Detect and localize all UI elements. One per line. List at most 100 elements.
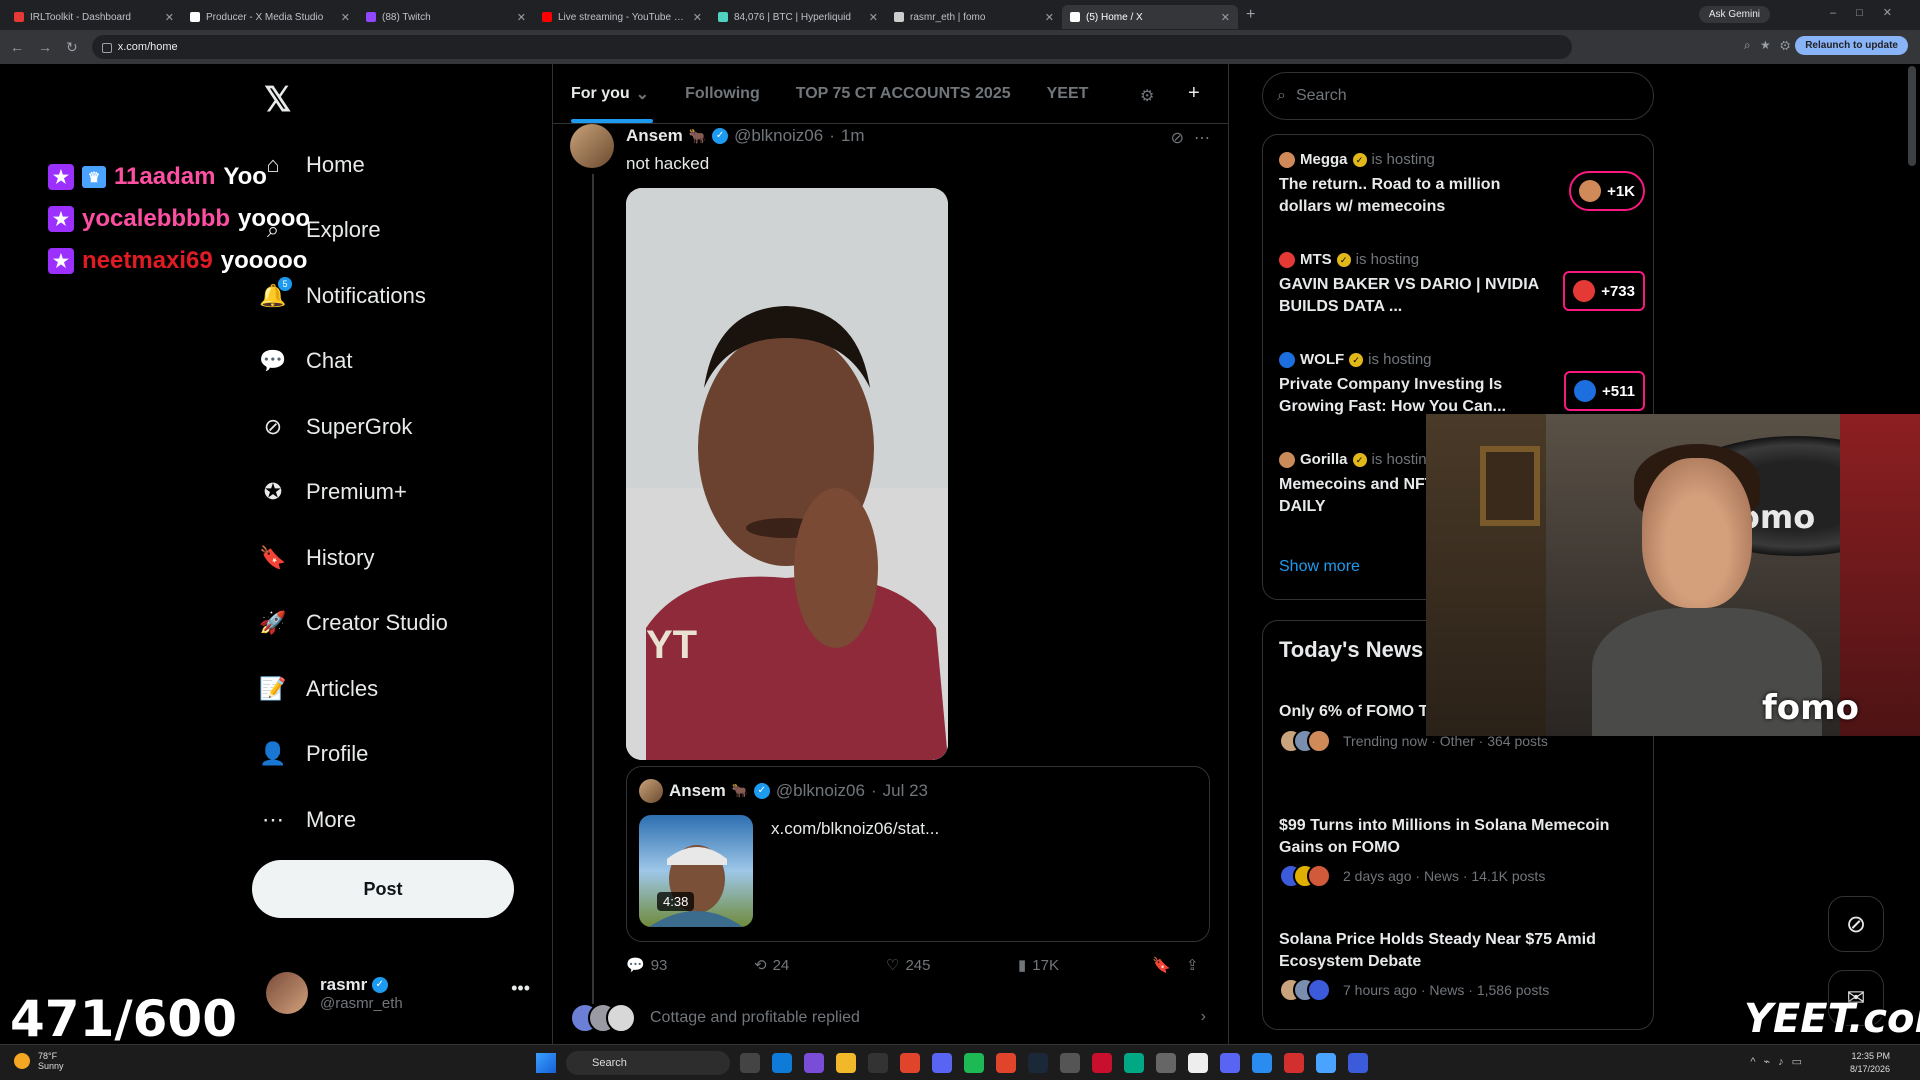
show-more-link[interactable]: Show more (1279, 558, 1360, 576)
news-item[interactable]: Solana Price Holds Steady Near $75 Amid … (1279, 929, 1649, 1003)
avatar[interactable] (570, 124, 614, 168)
chevron-right-icon[interactable]: › (1201, 1008, 1206, 1026)
sidebar-item-supergrok[interactable]: ⊘ SuperGrok (260, 394, 448, 460)
ask-gemini-button[interactable]: Ask Gemini (1698, 6, 1770, 23)
close-icon[interactable]: ✕ (693, 11, 702, 24)
edge-icon[interactable] (772, 1053, 792, 1073)
quoted-tweet[interactable]: Ansem 🐂 ✓ @blknoiz06 · Jul 23 4:38 x.com… (626, 766, 1210, 942)
live-space-item[interactable]: WOLF ✓ is hosting Private Company Investing… (1279, 351, 1649, 417)
more-dots-icon[interactable]: ••• (511, 978, 530, 999)
tab-top-75-ct-accounts-2025[interactable]: TOP 75 CT ACCOUNTS 2025 (796, 85, 1011, 103)
browser-tab[interactable]: (88) Twitch ✕ (358, 5, 534, 29)
sidebar-item-articles[interactable]: 📝 Articles (259, 656, 448, 722)
sidebar-item-creator-studio[interactable]: 🚀 Creator Studio (259, 591, 448, 657)
app-icon[interactable] (1348, 1053, 1368, 1073)
bookmark-icon[interactable]: 🔖 (1152, 956, 1186, 974)
browser-tab[interactable]: 84,076 | BTC | Hyperliquid ✕ (710, 5, 886, 29)
like-button[interactable]: ♡ 245 (886, 956, 1018, 975)
windows-start-icon[interactable] (536, 1053, 556, 1073)
notepad-icon[interactable] (1188, 1053, 1208, 1073)
reply-button[interactable]: 💬 93 (626, 956, 754, 975)
app-icon[interactable] (1092, 1053, 1112, 1073)
new-tab-button[interactable]: + (1246, 6, 1255, 24)
quote-link[interactable]: x.com/blknoiz06/stat... (771, 819, 939, 839)
chevron-down-icon[interactable]: ⌄ (636, 84, 649, 104)
more-dots-icon[interactable]: ⋯ (1194, 130, 1220, 147)
window-controls[interactable]: –□✕ (1830, 6, 1912, 19)
timeline-settings-icon[interactable]: ⚙ (1140, 86, 1154, 106)
browser-tab[interactable]: rasmr_eth | fomo ✕ (886, 5, 1062, 29)
listener-count-badge[interactable]: +1K (1569, 171, 1645, 211)
app-icon[interactable] (1124, 1053, 1144, 1073)
scrollbar[interactable] (1908, 66, 1916, 166)
app-icon[interactable] (1252, 1053, 1272, 1073)
author-handle[interactable]: @blknoiz06 (734, 126, 823, 146)
repost-button[interactable]: ⟲ 24 (754, 956, 886, 975)
listener-count-badge[interactable]: +511 (1564, 371, 1645, 411)
app-icon[interactable] (1060, 1053, 1080, 1073)
replied-row[interactable]: Cottage and profitable replied › (570, 1000, 1220, 1036)
file-explorer-icon[interactable] (836, 1053, 856, 1073)
sidebar-item-premium-[interactable]: ✪ Premium+ (260, 460, 448, 526)
close-icon[interactable]: ✕ (517, 11, 526, 24)
extension-icons[interactable]: ⌕★⚙ (1744, 38, 1800, 53)
task-view-icon[interactable] (740, 1053, 760, 1073)
browser-tab[interactable]: Producer - X Media Studio ✕ (182, 5, 358, 29)
app-icon[interactable] (1156, 1053, 1176, 1073)
author-name[interactable]: Ansem (626, 126, 683, 146)
url-field[interactable]: x.com/home (91, 35, 1572, 59)
sidebar-item-history[interactable]: 🔖 History (259, 525, 448, 591)
add-tab-icon[interactable]: + (1188, 82, 1200, 105)
share-icon[interactable]: ⇪ (1186, 956, 1216, 974)
space-host-name: WOLF (1300, 351, 1345, 368)
close-icon[interactable]: ✕ (341, 11, 350, 24)
sidebar-item-profile[interactable]: 👤 Profile (259, 722, 448, 788)
listener-count-badge[interactable]: +733 (1563, 271, 1645, 311)
sidebar-item-chat[interactable]: 💬 Chat (259, 329, 448, 395)
clock-date: 8/17/2026 (1849, 1064, 1890, 1074)
tab-following[interactable]: Following (685, 85, 760, 103)
chrome-icon[interactable] (996, 1053, 1016, 1073)
spotify-icon[interactable] (964, 1053, 984, 1073)
tweet-time[interactable]: 1m (841, 126, 865, 146)
app-icon[interactable] (1316, 1053, 1336, 1073)
app-icon[interactable] (804, 1053, 824, 1073)
browser-tab[interactable]: Live streaming - YouTube Studi ✕ (534, 5, 710, 29)
post-button[interactable]: Post (252, 860, 514, 918)
taskbar-search[interactable]: Search (566, 1051, 730, 1075)
weather-widget[interactable]: 78°F Sunny (14, 1051, 64, 1071)
tab-for-you[interactable]: For you (571, 85, 653, 123)
browser-tab[interactable]: IRLToolkit - Dashboard ✕ (6, 5, 182, 29)
quote-video-thumbnail[interactable]: 4:38 (639, 815, 753, 927)
grok-fab-button[interactable]: ⊘ (1828, 896, 1884, 952)
account-switcher[interactable]: rasmr ✓ @rasmr_eth ••• (266, 968, 530, 1018)
system-tray[interactable]: ^⌁♪▭ (1750, 1055, 1810, 1068)
tweet-video[interactable]: YT (626, 188, 948, 760)
taskbar-clock[interactable]: 12:35 PM 8/17/2026 (1850, 1050, 1890, 1076)
back-icon[interactable]: ← (10, 39, 24, 55)
live-space-item[interactable]: MTS ✓ is hosting GAVIN BAKER VS DARIO | NVI… (1279, 251, 1649, 317)
close-icon[interactable]: ✕ (1045, 11, 1054, 24)
app-icon[interactable] (1284, 1053, 1304, 1073)
grok-icon[interactable]: ⊘ (1171, 130, 1194, 147)
tab-title: rasmr_eth | fomo (910, 11, 986, 23)
browser-tab[interactable]: (5) Home / X ✕ (1062, 5, 1238, 29)
sidebar-item-more[interactable]: ⋯ More (260, 787, 448, 853)
reload-icon[interactable]: ↻ (66, 39, 78, 56)
forward-icon[interactable]: → (38, 39, 52, 55)
close-icon[interactable]: ✕ (1221, 11, 1230, 24)
discord-icon[interactable] (932, 1053, 952, 1073)
relaunch-button[interactable]: Relaunch to update (1795, 36, 1908, 55)
views-button[interactable]: ▮ 17K (1018, 956, 1152, 975)
app-icon[interactable] (868, 1053, 888, 1073)
search-input[interactable]: ⌕ Search (1262, 72, 1654, 120)
tab-yeet[interactable]: YEET (1047, 85, 1089, 103)
live-space-item[interactable]: Megga ✓ is hosting The return.. Road to a m… (1279, 151, 1649, 217)
close-icon[interactable]: ✕ (165, 11, 174, 24)
steam-icon[interactable] (1028, 1053, 1048, 1073)
news-item[interactable]: $99 Turns into Millions in Solana Memeco… (1279, 815, 1649, 889)
discord-icon[interactable] (1220, 1053, 1240, 1073)
x-logo-icon[interactable]: 𝕏 (264, 80, 291, 120)
chrome-icon[interactable] (900, 1053, 920, 1073)
close-icon[interactable]: ✕ (869, 11, 878, 24)
